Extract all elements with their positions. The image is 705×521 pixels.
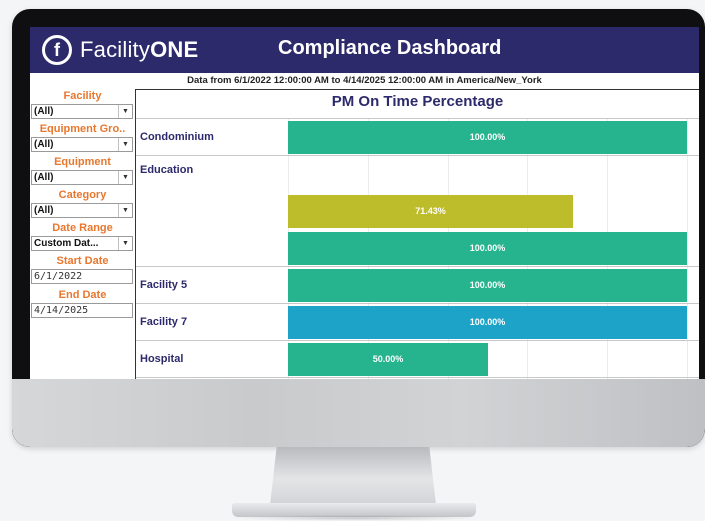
chart-category-row: Hospital 50.00% [136, 341, 699, 378]
chart-bar[interactable]: 100.00% [288, 269, 687, 302]
category-filter-select[interactable]: (All) ▼ [31, 203, 133, 218]
equipment-filter-value: (All) [34, 172, 54, 183]
chevron-down-icon[interactable]: ▼ [118, 105, 132, 118]
category-filter-label: Category [58, 189, 107, 201]
category-label: Condominium [140, 131, 214, 143]
chart-bar[interactable]: 71.43% [288, 195, 573, 228]
bar-value-label: 71.43% [415, 206, 446, 216]
equipment-group-filter-select[interactable]: (All) ▼ [31, 137, 133, 152]
bar-value-label: 100.00% [469, 132, 506, 142]
equipment-filter-select[interactable]: (All) ▼ [31, 170, 133, 185]
filter-panel: Facility (All) ▼ Equipment Gro.. (All) ▼ E… [30, 89, 136, 379]
chart-category-row: Facility 5 100.00% [136, 267, 699, 304]
chart-plot-area: Condominium 100.00% Education 71.43% 100.00%… [136, 118, 699, 379]
end-date-label: End Date [58, 289, 107, 301]
category-label: Facility 5 [140, 279, 188, 291]
header-bar: f FacilityONE Compliance Dashboard [30, 27, 699, 73]
screen: f FacilityONE Compliance Dashboard Data … [30, 27, 699, 379]
category-filter-value: (All) [34, 205, 54, 216]
end-date-input[interactable]: 4/14/2025 [31, 303, 133, 318]
category-label: Education [140, 164, 194, 176]
bar-value-label: 100.00% [469, 280, 506, 290]
chevron-down-icon[interactable]: ▼ [118, 204, 132, 217]
monitor-frame: f FacilityONE Compliance Dashboard Data … [12, 9, 705, 447]
category-label: Facility 7 [140, 316, 188, 328]
facilityone-logo[interactable]: f FacilityONE [42, 34, 198, 66]
chart-title: PM On Time Percentage [331, 93, 504, 110]
chevron-down-icon[interactable]: ▼ [118, 237, 132, 250]
facility-filter-select[interactable]: (All) ▼ [31, 104, 133, 119]
chart-bar[interactable]: 100.00% [288, 306, 687, 339]
chart-category-row: Condominium 100.00% [136, 119, 699, 156]
equipment-group-filter-label: Equipment Gro.. [39, 123, 126, 135]
start-date-input[interactable]: 6/1/2022 [31, 269, 133, 284]
chart-bar[interactable]: 100.00% [288, 232, 687, 265]
page-title: Compliance Dashboard [278, 37, 502, 59]
pm-on-time-chart: PM On Time Percentage Condominium 100.00%… [136, 89, 699, 379]
facility-filter-value: (All) [34, 106, 54, 117]
facility-filter-label: Facility [63, 90, 102, 102]
monitor-stand-neck [270, 447, 436, 505]
bar-value-label: 50.00% [372, 354, 404, 364]
bar-value-label: 100.00% [469, 243, 506, 253]
monitor-stand-shadow [228, 515, 480, 521]
logo-text-bold: ONE [150, 37, 199, 62]
chevron-down-icon[interactable]: ▼ [118, 171, 132, 184]
equipment-group-filter-value: (All) [34, 139, 54, 150]
monitor-chin [12, 379, 705, 447]
date-range-filter-select[interactable]: Custom Dat... ▼ [31, 236, 133, 251]
chart-category-row: Education 71.43% 100.00% [136, 156, 699, 267]
start-date-label: Start Date [56, 255, 109, 267]
date-range-caption: Data from 6/1/2022 12:00:00 AM to 4/14/2… [187, 75, 542, 86]
chart-bar[interactable]: 50.00% [288, 343, 488, 376]
equipment-filter-label: Equipment [54, 156, 111, 168]
logo-text-light: Facility [80, 37, 151, 62]
bar-value-label: 100.00% [469, 317, 506, 327]
chevron-down-icon[interactable]: ▼ [118, 138, 132, 151]
logo-mark-icon: f [42, 35, 72, 65]
category-label: Hospital [140, 353, 184, 365]
date-range-filter-value: Custom Dat... [34, 238, 99, 249]
scene: f FacilityONE Compliance Dashboard Data … [0, 0, 705, 521]
chart-bar[interactable]: 100.00% [288, 121, 687, 154]
chart-category-row: Facility 7 100.00% [136, 304, 699, 341]
logo-text: FacilityONE [80, 37, 198, 63]
date-range-filter-label: Date Range [52, 222, 113, 234]
